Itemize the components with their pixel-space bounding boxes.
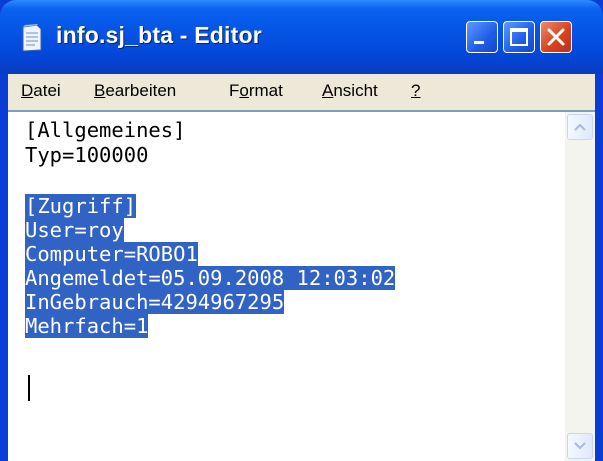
text-editor[interactable]: [Allgemeines] Typ=100000 [Zugriff] User=…	[8, 112, 565, 461]
close-button[interactable]	[540, 21, 572, 53]
selected-text: Mehrfach=1	[25, 314, 149, 338]
editor-line: Typ=100000	[25, 143, 149, 167]
maximize-icon	[510, 28, 528, 46]
editor-line-selected: Computer=ROBO1	[25, 242, 198, 266]
notepad-icon[interactable]	[20, 24, 44, 52]
menu-format[interactable]: Format	[229, 81, 283, 101]
arrow-up-icon	[574, 123, 586, 131]
arrow-down-icon	[574, 442, 586, 450]
menu-help[interactable]: ?	[411, 81, 420, 101]
notepad-window: info.sj_bta - Editor Datei Bearbeiten Fo…	[0, 0, 603, 461]
title-bar[interactable]: info.sj_bta - Editor	[0, 0, 603, 74]
editor-line-selected: InGebrauch=4294967295	[25, 290, 285, 314]
menu-ansicht[interactable]: Ansicht	[322, 81, 378, 101]
menu-bearbeiten[interactable]: Bearbeiten	[94, 81, 176, 101]
menu-datei[interactable]: Datei	[21, 81, 61, 101]
vertical-scrollbar[interactable]	[565, 112, 595, 461]
minimize-button[interactable]	[466, 21, 498, 53]
selected-text: InGebrauch=4294967295	[25, 290, 285, 314]
editor-line-selected: [Zugriff]	[25, 194, 137, 218]
selected-text: Angemeldet=05.09.2008 12:03:02	[25, 266, 396, 290]
menu-bar: Datei Bearbeiten Format Ansicht ?	[8, 74, 595, 110]
scroll-down-button[interactable]	[567, 433, 593, 459]
scroll-up-button[interactable]	[567, 114, 593, 140]
minimize-icon	[474, 41, 484, 44]
window-title: info.sj_bta - Editor	[56, 22, 262, 48]
selected-text: User=roy	[25, 218, 124, 242]
text-caret	[28, 375, 30, 401]
selected-text: [Zugriff]	[25, 194, 137, 218]
editor-client-area: [Allgemeines] Typ=100000 [Zugriff] User=…	[8, 110, 595, 461]
editor-line: [Allgemeines]	[25, 118, 186, 142]
selected-text: Computer=ROBO1	[25, 242, 198, 266]
editor-line-selected: Angemeldet=05.09.2008 12:03:02	[25, 266, 396, 290]
maximize-button[interactable]	[503, 21, 535, 53]
editor-line-selected: Mehrfach=1	[25, 314, 149, 338]
editor-line-selected: User=roy	[25, 218, 124, 242]
close-icon	[547, 28, 565, 46]
